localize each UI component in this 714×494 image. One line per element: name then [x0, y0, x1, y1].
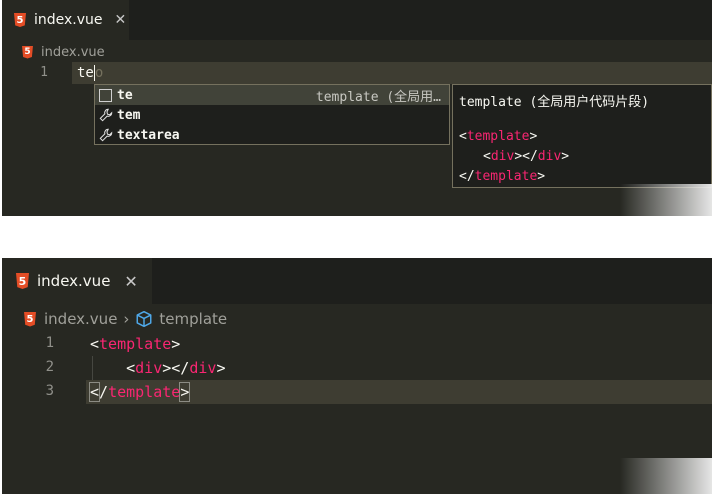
suggest-label: tem: [117, 107, 141, 123]
suggest-item-textarea[interactable]: textarea: [95, 125, 449, 145]
watermark-blur: [620, 184, 712, 216]
breadcrumb-file[interactable]: index.vue: [41, 45, 105, 60]
breadcrumb-symbol[interactable]: template: [159, 310, 227, 328]
suggest-item-te[interactable]: te template (全局用…: [95, 85, 449, 105]
wrench-icon: [99, 108, 117, 122]
html5-icon: 5: [16, 273, 29, 289]
line-number: 2: [45, 359, 54, 375]
code-line-1[interactable]: 1 teo: [2, 62, 712, 84]
tab-bar: 5 index.vue ✕: [2, 0, 712, 40]
doc-code-line-2: <div></div>: [483, 149, 570, 164]
tab-label: index.vue: [34, 12, 103, 28]
watermark-blur: [620, 458, 712, 494]
cube-icon: [135, 310, 153, 328]
close-icon[interactable]: ✕: [124, 272, 137, 291]
html5-icon: 5: [14, 13, 26, 27]
suggest-label: te: [117, 87, 133, 103]
tab-label: index.vue: [37, 272, 111, 290]
tab-bar: 5 index.vue ✕: [2, 258, 712, 304]
suggest-details-panel: template (全局用户代码片段) <template> <div></di…: [452, 84, 712, 188]
suggest-widget: te template (全局用… tem textarea: [94, 84, 450, 145]
editor-panel-expanded: 5 index.vue ✕ 5 index.vue › template 1 <…: [2, 258, 712, 494]
doc-code-line-1: <template>: [459, 129, 538, 144]
html5-icon: 5: [22, 45, 33, 59]
line-number: 1: [40, 65, 48, 80]
breadcrumb-separator: ›: [123, 310, 130, 328]
ghost-text: o: [94, 65, 104, 81]
text-cursor: [189, 383, 191, 402]
suggest-label: textarea: [117, 127, 180, 143]
code-line-3[interactable]: 3 </template>: [2, 380, 712, 404]
code-line-2[interactable]: 2 <div></div>: [2, 356, 712, 380]
breadcrumb: 5 index.vue: [22, 42, 105, 62]
current-line-highlight: [72, 62, 712, 84]
tab-index-vue[interactable]: 5 index.vue ✕: [2, 0, 129, 40]
suggest-item-tem[interactable]: tem: [95, 105, 449, 125]
wrench-icon: [99, 128, 117, 142]
code-line-1[interactable]: 1 <template>: [2, 332, 712, 356]
code-text: </template>: [88, 382, 191, 402]
doc-title: template (全局用户代码片段): [459, 95, 650, 110]
line-number: 3: [45, 383, 54, 399]
snippet-icon: [99, 88, 112, 102]
doc-code-line-3: </template>: [459, 169, 546, 184]
tab-index-vue[interactable]: 5 index.vue ✕: [2, 258, 152, 304]
editor-panel-autocomplete: 5 index.vue ✕ 5 index.vue 1 teo te templ…: [2, 0, 712, 216]
breadcrumb-file[interactable]: index.vue: [44, 310, 117, 328]
code-text: <template>: [90, 335, 181, 353]
typed-text: te: [77, 65, 94, 81]
close-icon[interactable]: ✕: [115, 12, 127, 28]
bracket-match: >: [179, 382, 191, 402]
suggest-detail: template (全局用…: [315, 89, 441, 105]
code-text: <div></div>: [126, 359, 226, 377]
html5-icon: 5: [24, 311, 36, 327]
code-text: teo: [77, 65, 103, 81]
bracket-match: <: [88, 382, 101, 402]
breadcrumb: 5 index.vue › template: [24, 308, 227, 330]
line-number: 1: [45, 335, 54, 351]
